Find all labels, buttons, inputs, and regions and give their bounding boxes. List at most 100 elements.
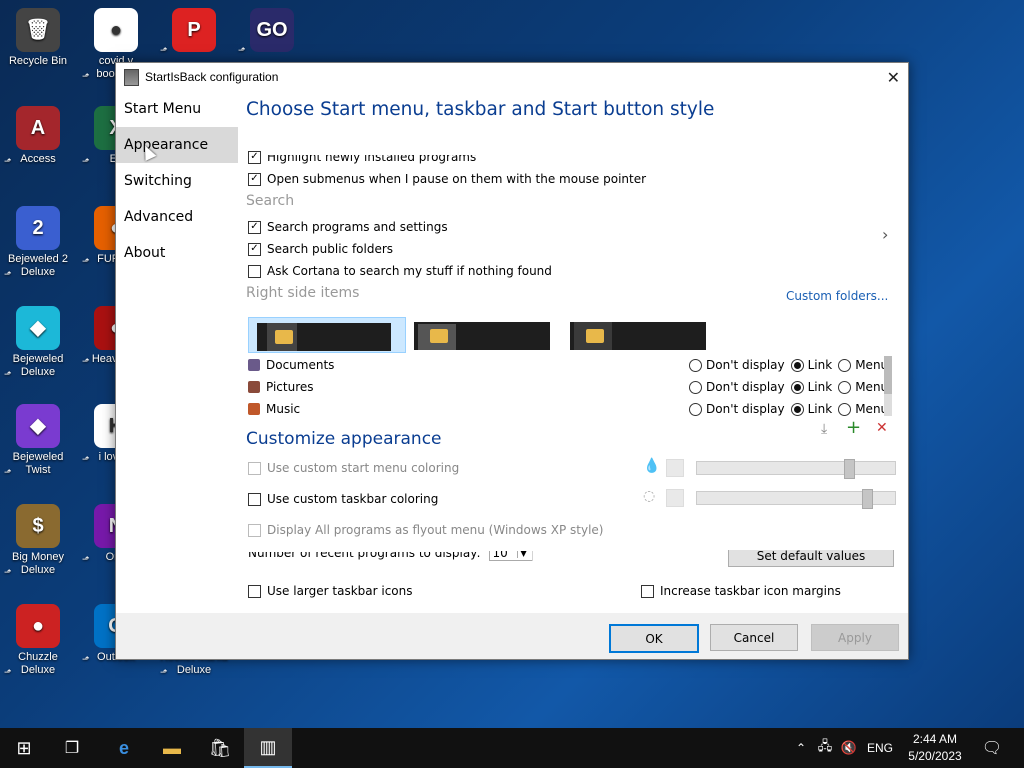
style-option-2[interactable]: [414, 317, 550, 351]
flyout-checkbox[interactable]: [248, 523, 261, 537]
start-coloring-label: Use custom start menu coloring: [267, 461, 460, 475]
taskbar-transparency-slider[interactable]: [696, 489, 896, 509]
style-option-1[interactable]: [248, 317, 406, 353]
right-item-row[interactable]: Documents: [248, 354, 334, 376]
right-item-row[interactable]: Music: [248, 398, 300, 420]
move-down-icon[interactable]: ⤓: [821, 421, 827, 437]
slider-thumb[interactable]: [862, 489, 873, 509]
desktop-icon[interactable]: ⬏ $ Big Money Deluxe: [0, 504, 76, 577]
edge-icon[interactable]: e: [100, 728, 148, 768]
checkbox-row[interactable]: Display All programs as flyout menu (Win…: [248, 520, 603, 540]
taskbar: ⊞ ❐ e ▬ 🛍 ▥ ⌃ 🖧 🔇 ENG 2:44 AM 5/20/2023 …: [0, 728, 1024, 768]
slider-thumb[interactable]: [844, 459, 855, 479]
app-icon: A: [16, 106, 60, 150]
shortcut-arrow-icon: ⬏: [4, 567, 12, 577]
shortcut-arrow-icon: ⬏: [4, 369, 12, 379]
radio-button[interactable]: [689, 380, 702, 394]
submenus-label: Open submenus when I pause on them with …: [267, 172, 647, 186]
checkbox-row[interactable]: ✓ Search programs and settings: [248, 217, 448, 237]
radio-button[interactable]: [689, 402, 702, 416]
app-icon: ◆: [16, 306, 60, 350]
margins-checkbox[interactable]: [641, 584, 654, 598]
desktop-icon[interactable]: ⬏ 2 Bejeweled 2 Deluxe: [0, 206, 76, 279]
nav-item-advanced[interactable]: Advanced: [116, 199, 238, 235]
dialog-button-bar: OK Cancel Apply: [116, 613, 908, 659]
apply-button[interactable]: Apply: [811, 624, 899, 651]
add-icon[interactable]: +: [846, 417, 861, 438]
checkbox-row[interactable]: Increase taskbar icon margins: [641, 581, 841, 601]
desktop-icon[interactable]: ⬏ ◆ Bejeweled Twist: [0, 404, 76, 477]
submenus-checkbox[interactable]: ✓: [248, 172, 261, 186]
desktop-icon[interactable]: ⬏ ◆ Bejeweled Deluxe: [0, 306, 76, 379]
clock[interactable]: 2:44 AM 5/20/2023: [900, 731, 970, 765]
dialog-titlebar[interactable]: StartIsBack configuration ✕: [116, 63, 908, 91]
close-icon[interactable]: ✕: [887, 68, 900, 88]
checkbox-row[interactable]: ✓ Search public folders: [248, 239, 393, 259]
ok-button[interactable]: OK: [609, 624, 699, 653]
chevron-up-icon[interactable]: ⌃: [790, 728, 812, 768]
right-item-row[interactable]: Pictures: [248, 376, 314, 398]
notifications-icon[interactable]: 🗨: [980, 728, 1004, 768]
checkbox-row[interactable]: Use larger taskbar icons: [248, 581, 413, 601]
highlight-checkbox[interactable]: ✓: [248, 150, 261, 164]
language-indicator[interactable]: ENG: [862, 728, 898, 768]
volume-muted-icon[interactable]: 🔇: [838, 728, 860, 768]
right-items-scrollbar[interactable]: [884, 356, 892, 416]
startisback-taskbar-icon[interactable]: ▥: [244, 728, 292, 768]
radio-button[interactable]: [790, 380, 804, 394]
chevron-down-icon[interactable]: ▼: [516, 551, 530, 558]
search-public-label: Search public folders: [267, 242, 394, 256]
cortana-checkbox[interactable]: [248, 264, 261, 278]
network-icon[interactable]: 🖧: [814, 728, 836, 768]
shortcut-arrow-icon: ⬏: [82, 454, 90, 464]
desktop-icon[interactable]: ⬏ P: [156, 8, 232, 55]
store-icon[interactable]: 🛍: [196, 728, 244, 768]
radio-button[interactable]: [838, 380, 852, 394]
desktop-icon[interactable]: ⬏ ● Chuzzle Deluxe: [0, 604, 76, 677]
app-icon: GO: [250, 8, 294, 52]
drop-outline-icon: ◌: [643, 488, 656, 504]
nav-item-start-menu[interactable]: Start Menu: [116, 91, 238, 127]
checkbox-row[interactable]: ✓ Highlight newly installed programs: [248, 147, 476, 167]
right-side-section-title: Right side items: [246, 285, 360, 301]
taskbar-color-swatch[interactable]: [666, 489, 684, 507]
search-programs-checkbox[interactable]: ✓: [248, 220, 261, 234]
start-transparency-slider[interactable]: [696, 459, 896, 479]
remove-icon[interactable]: ✕: [876, 420, 888, 436]
checkbox-row[interactable]: Ask Cortana to search my stuff if nothin…: [248, 261, 552, 281]
taskbar-coloring-label: Use custom taskbar coloring: [267, 492, 439, 506]
custom-folders-link[interactable]: Custom folders...: [786, 289, 888, 303]
nav-item-appearance[interactable]: Appearance: [116, 127, 238, 163]
nav-item-about[interactable]: About: [116, 235, 238, 271]
radio-button[interactable]: [790, 358, 804, 372]
desktop-icon[interactable]: ⬏ GO: [234, 8, 310, 55]
desktop-icon[interactable]: ⬏ A Access: [0, 106, 76, 166]
checkbox-row[interactable]: Use custom start menu coloring: [248, 458, 459, 478]
radio-button[interactable]: [838, 402, 852, 416]
set-default-values-button[interactable]: Set default values: [728, 550, 894, 567]
folder-icon: [248, 403, 260, 415]
style-option-3[interactable]: [570, 317, 706, 351]
recent-programs-combo[interactable]: 10 ▼: [488, 551, 533, 561]
checkbox-row[interactable]: ✓ Open submenus when I pause on them wit…: [248, 169, 646, 189]
start-coloring-checkbox[interactable]: [248, 461, 261, 475]
display-mode-radios: Don't display Link Menu: [689, 376, 894, 398]
search-public-checkbox[interactable]: ✓: [248, 242, 261, 256]
radio-button[interactable]: [689, 358, 702, 372]
cancel-button[interactable]: Cancel: [710, 624, 798, 651]
desktop-icon[interactable]: 🗑 Recycle Bin: [0, 8, 76, 68]
chevron-right-icon[interactable]: ›: [882, 225, 888, 244]
shortcut-arrow-icon: ⬏: [82, 356, 90, 366]
checkbox-row[interactable]: Use custom taskbar coloring: [248, 489, 438, 509]
windows-start-icon[interactable]: ⊞: [0, 728, 48, 768]
radio-button[interactable]: [838, 358, 852, 372]
recent-programs-label: Number of recent programs to display:: [248, 546, 481, 560]
nav-item-switching[interactable]: Switching: [116, 163, 238, 199]
start-color-swatch[interactable]: [666, 459, 684, 477]
shortcut-arrow-icon: ⬏: [4, 269, 12, 279]
file-explorer-icon[interactable]: ▬: [148, 728, 196, 768]
task-view-icon[interactable]: ❐: [48, 728, 96, 768]
taskbar-coloring-checkbox[interactable]: [248, 492, 261, 506]
radio-button[interactable]: [790, 402, 804, 416]
larger-icons-checkbox[interactable]: [248, 584, 261, 598]
